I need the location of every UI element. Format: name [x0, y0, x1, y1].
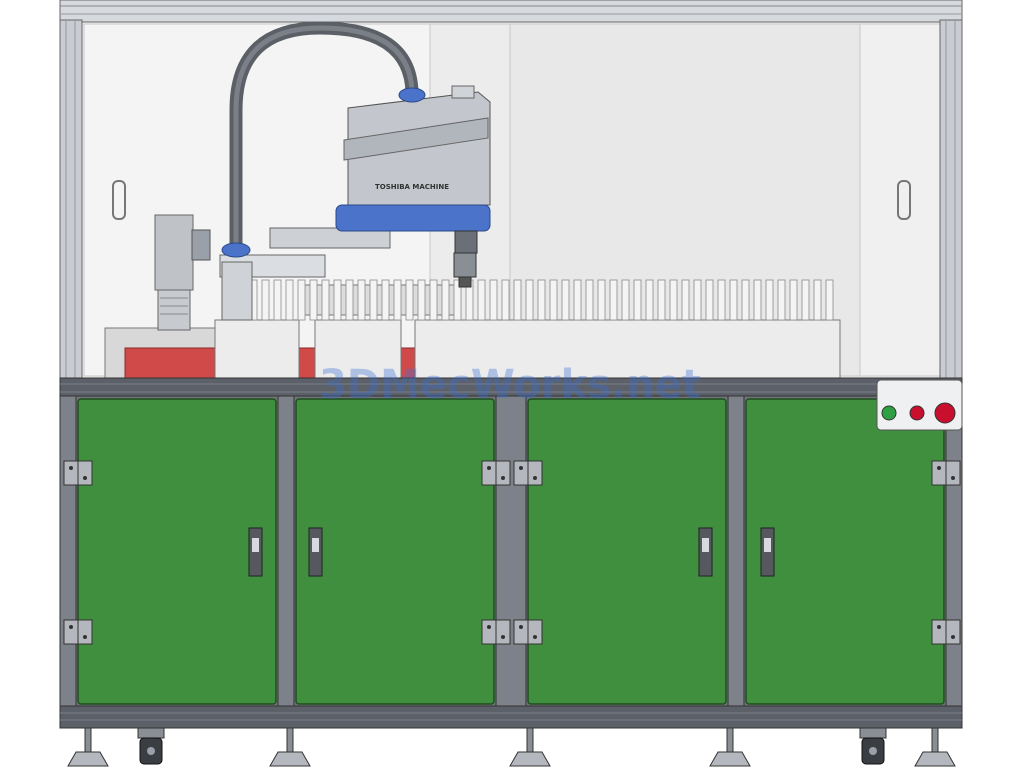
door-latch-1[interactable]	[248, 527, 263, 577]
leveling-foot	[709, 727, 751, 767]
comb-tooth	[417, 279, 426, 321]
comb-tooth	[345, 279, 354, 321]
comb-tooth	[789, 279, 798, 321]
door-hinge	[63, 460, 93, 486]
comb-tooth	[657, 279, 666, 321]
leveling-foot	[67, 727, 109, 767]
comb-tooth	[297, 279, 306, 321]
comb-tooth	[357, 279, 366, 321]
comb-tooth	[561, 279, 570, 321]
comb-tooth	[477, 279, 486, 321]
comb-tooth	[633, 279, 642, 321]
leveling-foot	[914, 727, 956, 767]
comb-tooth	[537, 279, 546, 321]
cabinet-door-2[interactable]	[295, 398, 495, 705]
comb-tooth	[261, 279, 270, 321]
comb-tooth	[573, 279, 582, 321]
comb-tooth	[621, 279, 630, 321]
cabinet-door-3[interactable]	[527, 398, 727, 705]
door-hinge	[931, 460, 961, 486]
control-panel	[876, 379, 963, 431]
cabinet-door-1[interactable]	[77, 398, 277, 705]
door-latch-2[interactable]	[308, 527, 323, 577]
door-hinge	[481, 619, 511, 645]
comb-tooth	[801, 279, 810, 321]
comb-tooth	[597, 279, 606, 321]
comb-tooth	[705, 279, 714, 321]
door-hinge	[63, 619, 93, 645]
comb-tooth	[309, 279, 318, 321]
comb-tooth	[501, 279, 510, 321]
comb-tooth	[609, 279, 618, 321]
comb-tooth	[273, 279, 282, 321]
robot-brand-label: TOSHIBA MACHINE	[375, 183, 449, 191]
comb-tooth	[333, 279, 342, 321]
caster-wheels	[137, 727, 887, 765]
comb-tooth	[813, 279, 822, 321]
comb-tooth	[429, 279, 438, 321]
comb-tooth	[513, 279, 522, 321]
door-hinge	[513, 460, 543, 486]
green-indicator-lamp	[881, 405, 897, 421]
comb-tooth	[381, 279, 390, 321]
machine-drawing: TOSHIBA MACHINE 3DMecWorks.net	[0, 0, 1024, 768]
comb-tooth	[669, 279, 678, 321]
comb-tooth	[729, 279, 738, 321]
watermark: 3DMecWorks.net	[319, 362, 701, 408]
comb-tooth	[645, 279, 654, 321]
comb-tooth	[825, 279, 834, 321]
cabinet-door-4[interactable]	[745, 398, 945, 705]
door-latch-4[interactable]	[760, 527, 775, 577]
red-stop-button[interactable]	[934, 402, 956, 424]
door-hinge	[513, 619, 543, 645]
comb-tooth	[525, 279, 534, 321]
comb-tooth	[285, 279, 294, 321]
comb-tooth	[489, 279, 498, 321]
comb-tooth	[369, 279, 378, 321]
leveling-feet	[67, 727, 956, 767]
comb-tooth	[681, 279, 690, 321]
comb-tooth	[405, 279, 414, 321]
fixture-comb	[225, 279, 834, 321]
comb-tooth	[393, 279, 402, 321]
comb-tooth	[693, 279, 702, 321]
door-hinge	[481, 460, 511, 486]
caster-wheel-left	[137, 727, 165, 765]
comb-tooth	[441, 279, 450, 321]
comb-tooth	[717, 279, 726, 321]
comb-tooth	[585, 279, 594, 321]
door-latch-3[interactable]	[698, 527, 713, 577]
comb-tooth	[777, 279, 786, 321]
leveling-foot	[269, 727, 311, 767]
leveling-foot	[509, 727, 551, 767]
caster-wheel-right	[859, 727, 887, 765]
comb-tooth	[765, 279, 774, 321]
comb-tooth	[753, 279, 762, 321]
comb-tooth	[741, 279, 750, 321]
door-hinge	[931, 619, 961, 645]
comb-tooth	[321, 279, 330, 321]
red-indicator-lamp	[909, 405, 925, 421]
comb-tooth	[549, 279, 558, 321]
top-frame-rail	[59, 0, 963, 23]
